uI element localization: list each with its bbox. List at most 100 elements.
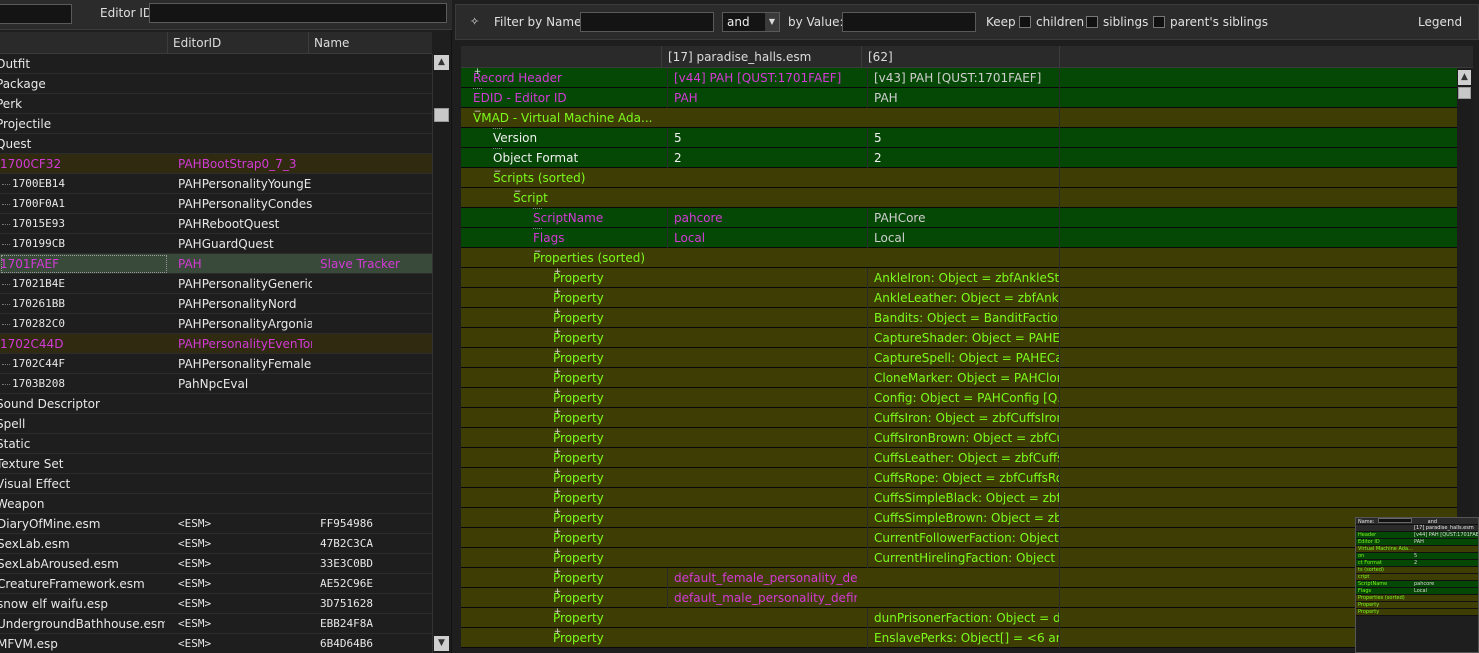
scroll-up-icon[interactable]: ▲ xyxy=(1458,70,1471,85)
expand-icon[interactable]: + xyxy=(553,368,562,377)
scroll-down-icon[interactable]: ▼ xyxy=(434,636,449,651)
expand-icon[interactable]: + xyxy=(553,588,562,597)
record-row[interactable]: 1701FAEF PAH Slave Tracker xyxy=(0,254,432,274)
value-cell-master[interactable]: default_male_personality_definiti... xyxy=(667,588,857,608)
plugin-file-row[interactable]: SexLab.esm <ESM> 47B2C3CA xyxy=(0,534,432,554)
value-cell-extension[interactable]: CaptureShader: Object = PAHEC... xyxy=(867,328,1059,348)
value-cell-master[interactable]: default_female_personality_defin... xyxy=(667,568,857,588)
value-cell-extension[interactable]: CuffsRope: Object = zbfCuffsRo... xyxy=(867,468,1059,488)
scroll-thumb[interactable] xyxy=(434,108,449,122)
scroll-up-icon[interactable]: ▲ xyxy=(434,55,449,70)
grid-row[interactable]: + Property CloneMarker: Object = PAHClon..… xyxy=(461,368,1457,388)
grid-row[interactable]: + Property AnkleIron: Object = zbfAnkleSte… xyxy=(461,268,1457,288)
tree-group-item[interactable]: Static xyxy=(0,434,432,454)
grid-row[interactable]: Version 5 5 xyxy=(461,128,1457,148)
value-cell-master[interactable]: Local xyxy=(667,228,857,248)
expand-icon[interactable]: + xyxy=(553,288,562,297)
grid-row[interactable]: +Property CuffsSimpleBlack: Object = zbfC… xyxy=(461,488,1457,508)
record-row[interactable]: 170261BB PAHPersonalityNord xyxy=(0,294,432,314)
value-cell-extension[interactable]: Bandits: Object = BanditFaction ... xyxy=(867,308,1059,328)
tree-group-item[interactable]: Projectile xyxy=(0,114,432,134)
grid-row[interactable]: +Property CuffsLeather: Object = zbfCuffs… xyxy=(461,448,1457,468)
collapse-icon[interactable]: − xyxy=(493,168,502,177)
value-cell-extension[interactable]: CuffsIron: Object = zbfCuffsIron... xyxy=(867,408,1059,428)
expand-icon[interactable]: + xyxy=(553,468,562,477)
grid-row[interactable]: +PropertydunPrisonerFaction: Object = du… xyxy=(461,608,1457,628)
filter-name-input[interactable] xyxy=(580,12,714,32)
value-cell-extension[interactable]: 5 xyxy=(867,128,1059,148)
tree-group-item[interactable]: Perk xyxy=(0,94,432,114)
collapse-icon[interactable]: − xyxy=(533,248,542,257)
value-cell-extension[interactable]: CurrentHirelingFaction: Object =... xyxy=(867,548,1059,568)
plugin-file-row[interactable]: SexLabAroused.esm <ESM> 33E3C0BD xyxy=(0,554,432,574)
expand-icon[interactable]: + xyxy=(553,548,562,557)
value-cell-extension[interactable]: CuffsLeather: Object = zbfCuffsL... xyxy=(867,448,1059,468)
col-header-paradise-halls-esm[interactable]: [17] paradise_halls.esm xyxy=(661,46,861,68)
scroll-thumb[interactable] xyxy=(1458,87,1471,99)
value-cell-extension[interactable]: AnkleLeather: Object = zbfAnkle... xyxy=(867,288,1059,308)
grid-row[interactable]: − VMAD - Virtual Machine Ada... xyxy=(461,108,1457,128)
plugin-file-row[interactable]: DiaryOfMine.esm <ESM> FF954986 xyxy=(0,514,432,534)
parents-siblings-checkbox[interactable] xyxy=(1153,16,1165,28)
grid-row[interactable]: + Property CuffsIronBrown: Object = zbfCuf… xyxy=(461,428,1457,448)
expand-icon[interactable]: + xyxy=(553,448,562,457)
children-checkbox[interactable] xyxy=(1019,16,1031,28)
expand-icon[interactable]: + xyxy=(553,508,562,517)
siblings-checkbox[interactable] xyxy=(1086,16,1098,28)
record-row[interactable]: 1700EB14 PAHPersonalityYoungEager xyxy=(0,174,432,194)
col-header-editorid[interactable]: EditorID xyxy=(167,32,308,54)
record-row[interactable]: 1702C44D PAHPersonalityEvenToned xyxy=(0,334,432,354)
tree-group-item[interactable]: Outfit xyxy=(0,54,432,74)
grid-row[interactable]: ScriptName pahcore PAHCore xyxy=(461,208,1457,228)
col-header-formid[interactable] xyxy=(0,32,168,54)
grid-row[interactable]: +Property default_female_personality_defi… xyxy=(461,568,1457,588)
value-cell-extension[interactable]: PAHCore xyxy=(867,208,1059,228)
expand-icon[interactable]: + xyxy=(553,428,562,437)
record-row[interactable]: 1700F0A1 PAHPersonalityCondescending xyxy=(0,194,432,214)
grid-row[interactable]: − Script xyxy=(461,188,1457,208)
grid-row[interactable]: + Property CurrentHirelingFaction: Object … xyxy=(461,548,1457,568)
filter-value-input[interactable] xyxy=(842,12,976,32)
editor-id-filter-input[interactable] xyxy=(149,3,447,23)
collapse-icon[interactable]: − xyxy=(513,188,522,197)
value-cell-extension[interactable]: Config: Object = PAHConfig [Q... xyxy=(867,388,1059,408)
value-cell-extension[interactable]: CuffsSimpleBrown: Object = zbf... xyxy=(867,508,1059,528)
formid-filter-input[interactable] xyxy=(0,4,72,24)
expand-icon[interactable]: + xyxy=(553,528,562,537)
grid-row[interactable]: +Property AnkleLeather: Object = zbfAnkle… xyxy=(461,288,1457,308)
tree-group-item[interactable]: Weapon xyxy=(0,494,432,514)
value-cell-master[interactable]: 2 xyxy=(667,148,857,168)
value-cell-extension[interactable]: CuffsIronBrown: Object = zbfCuf... xyxy=(867,428,1059,448)
grid-row[interactable]: +Property EnslavePerks: Object[] = <6 arr… xyxy=(461,628,1457,648)
value-cell-extension[interactable]: CaptureSpell: Object = PAHECap... xyxy=(867,348,1059,368)
record-row[interactable]: 17021B4E PAHPersonalityGeneric xyxy=(0,274,432,294)
value-cell-extension[interactable]: CuffsSimpleBlack: Object = zbfC... xyxy=(867,488,1059,508)
grid-row[interactable]: EDID - Editor ID PAH PAH xyxy=(461,88,1457,108)
grid-row[interactable]: +Property CaptureShader: Object = PAHEC..… xyxy=(461,328,1457,348)
col-header-paradise-halls-slextension[interactable]: [62] paradise_halls_SLExtension.esp xyxy=(861,46,1061,86)
grid-row[interactable]: − Properties (sorted) xyxy=(461,248,1457,268)
value-cell-extension[interactable]: CurrentFollowerFaction: Object ... xyxy=(867,528,1059,548)
grid-row[interactable]: + Property CuffsSimpleBrown: Object = zbf.… xyxy=(461,508,1457,528)
tree-group-item[interactable]: Visual Effect xyxy=(0,474,432,494)
record-row[interactable]: 1703B208 PahNpcEval xyxy=(0,374,432,394)
expand-icon[interactable]: + xyxy=(553,328,562,337)
grid-row[interactable]: + Property CurrentFollowerFaction: Object … xyxy=(461,528,1457,548)
window-thumbnail-preview[interactable]: Name: and [17] paradise_halls.esm Header… xyxy=(1355,517,1479,653)
expand-icon[interactable]: + xyxy=(553,628,562,637)
legend-button[interactable]: Legend xyxy=(1418,15,1462,29)
value-cell-extension[interactable]: EnslavePerks: Object[] = <6 array... xyxy=(867,628,1059,648)
grid-row[interactable]: − Scripts (sorted) xyxy=(461,168,1457,188)
plugin-file-row[interactable]: CreatureFramework.esm <ESM> AE52C96E xyxy=(0,574,432,594)
record-row[interactable]: 17015E93 PAHRebootQuest xyxy=(0,214,432,234)
value-cell-master[interactable]: 5 xyxy=(667,128,857,148)
expand-icon[interactable]: + xyxy=(553,348,562,357)
expand-icon[interactable]: + xyxy=(473,68,482,77)
record-row[interactable]: 1702C44F PAHPersonalityFemaleSultry xyxy=(0,354,432,374)
value-cell-extension[interactable]: [v43] PAH [QUST:1701FAEF] xyxy=(867,68,1059,88)
tree-group-item[interactable]: Texture Set xyxy=(0,454,432,474)
grid-row[interactable]: +Propertydefault_male_personality_defini… xyxy=(461,588,1457,608)
tree-group-item[interactable]: Spell xyxy=(0,414,432,434)
record-row[interactable]: 1700CF32 PAHBootStrap0_7_3 xyxy=(0,154,432,174)
value-cell-extension[interactable]: dunPrisonerFaction: Object = du... xyxy=(867,608,1059,628)
